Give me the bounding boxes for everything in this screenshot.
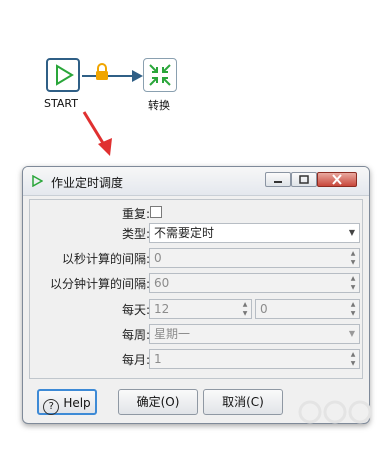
transformation-node[interactable] — [143, 58, 177, 92]
maximize-icon — [299, 175, 309, 184]
type-select[interactable]: 不需要定时 ▼ — [149, 223, 360, 243]
minutes-interval-input[interactable]: 60 ▲ ▼ — [149, 273, 360, 293]
monthly-value: 1 — [154, 352, 162, 366]
schedule-panel: 重复: 类型: 不需要定时 ▼ 以秒计算的间隔: 0 ▲ ▼ 以分钟计算的间隔: … — [29, 199, 363, 379]
weekly-select-value: 星期一 — [154, 327, 191, 341]
weekly-label: 每周: — [121, 328, 150, 342]
type-select-value: 不需要定时 — [154, 226, 215, 240]
type-label: 类型: — [121, 227, 150, 241]
hop-connector[interactable] — [80, 64, 144, 88]
repeat-label: 重复: — [121, 207, 150, 221]
minutes-spinner[interactable]: ▲ ▼ — [347, 274, 359, 292]
watermark-logo — [298, 400, 372, 424]
weekly-select[interactable]: 星期一 ▼ — [149, 324, 360, 344]
ok-button[interactable]: 确定(O) — [118, 389, 198, 415]
help-button-label: Help — [63, 396, 91, 410]
daily-minute-input[interactable]: 0 ▲ ▼ — [255, 299, 360, 319]
daily-minute-spinner[interactable]: ▲ ▼ — [347, 300, 359, 318]
minimize-button[interactable] — [265, 172, 291, 187]
monthly-input[interactable]: 1 ▲ ▼ — [149, 349, 360, 369]
monthly-spinner[interactable]: ▲ ▼ — [347, 350, 359, 368]
seconds-interval-label: 以秒计算的间隔: — [61, 252, 150, 266]
minimize-icon — [274, 181, 282, 183]
monthly-label: 每月: — [121, 353, 150, 367]
dialog-titlebar[interactable]: 作业定时调度 — [23, 167, 369, 196]
daily-hour-spinner[interactable]: ▲ ▼ — [239, 300, 251, 318]
play-icon — [32, 175, 43, 187]
daily-label: 每天: — [121, 303, 150, 317]
help-button[interactable]: ? Help — [37, 389, 97, 415]
seconds-interval-value: 0 — [154, 251, 162, 265]
lock-icon — [96, 63, 108, 80]
ok-button-label: 确定(O) — [136, 395, 180, 409]
schedule-dialog: 作业定时调度 重复: 类型: 不需要定时 ▼ 以秒计算的间隔: 0 ▲ ▼ 以分… — [22, 166, 370, 424]
minutes-interval-value: 60 — [154, 276, 170, 290]
cancel-button-label: 取消(C) — [222, 395, 264, 409]
chevron-down-icon: ▼ — [348, 228, 356, 237]
daily-minute-value: 0 — [260, 302, 268, 316]
help-icon: ? — [43, 399, 60, 415]
chevron-down-icon: ▼ — [348, 329, 356, 338]
maximize-button[interactable] — [291, 172, 317, 187]
repeat-checkbox[interactable] — [150, 206, 162, 218]
daily-hour-input[interactable]: 12 ▲ ▼ — [149, 299, 252, 319]
cancel-button[interactable]: 取消(C) — [203, 389, 283, 415]
seconds-spinner[interactable]: ▲ ▼ — [347, 249, 359, 267]
annotation-arrow — [82, 111, 112, 156]
start-node-label: START — [44, 97, 78, 110]
compress-icon — [149, 64, 171, 86]
close-button[interactable] — [317, 172, 357, 187]
seconds-interval-input[interactable]: 0 ▲ ▼ — [149, 248, 360, 268]
dialog-title: 作业定时调度 — [51, 176, 124, 190]
start-node[interactable] — [46, 58, 80, 92]
close-icon — [332, 174, 342, 185]
daily-hour-value: 12 — [154, 302, 170, 316]
play-icon — [56, 64, 74, 86]
minutes-interval-label: 以分钟计算的间隔: — [49, 277, 150, 291]
transformation-node-label: 转换 — [148, 99, 170, 112]
